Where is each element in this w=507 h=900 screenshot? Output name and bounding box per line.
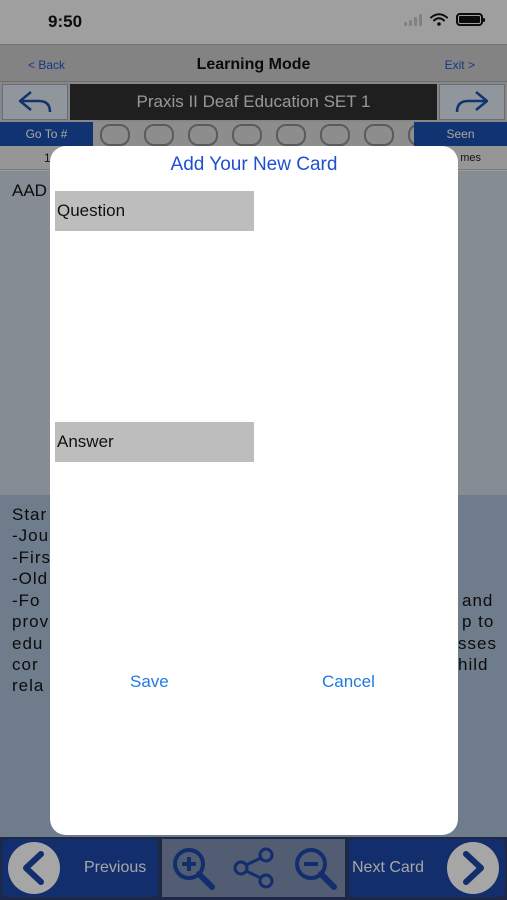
question-label: Question [55,191,254,231]
answer-input[interactable] [55,466,453,656]
save-button[interactable]: Save [130,672,169,692]
cancel-button[interactable]: Cancel [322,672,375,692]
add-card-dialog: Add Your New Card Question Answer Save C… [50,146,458,835]
dialog-title: Add Your New Card [170,154,338,175]
answer-label: Answer [55,422,254,462]
question-input[interactable] [55,234,453,414]
